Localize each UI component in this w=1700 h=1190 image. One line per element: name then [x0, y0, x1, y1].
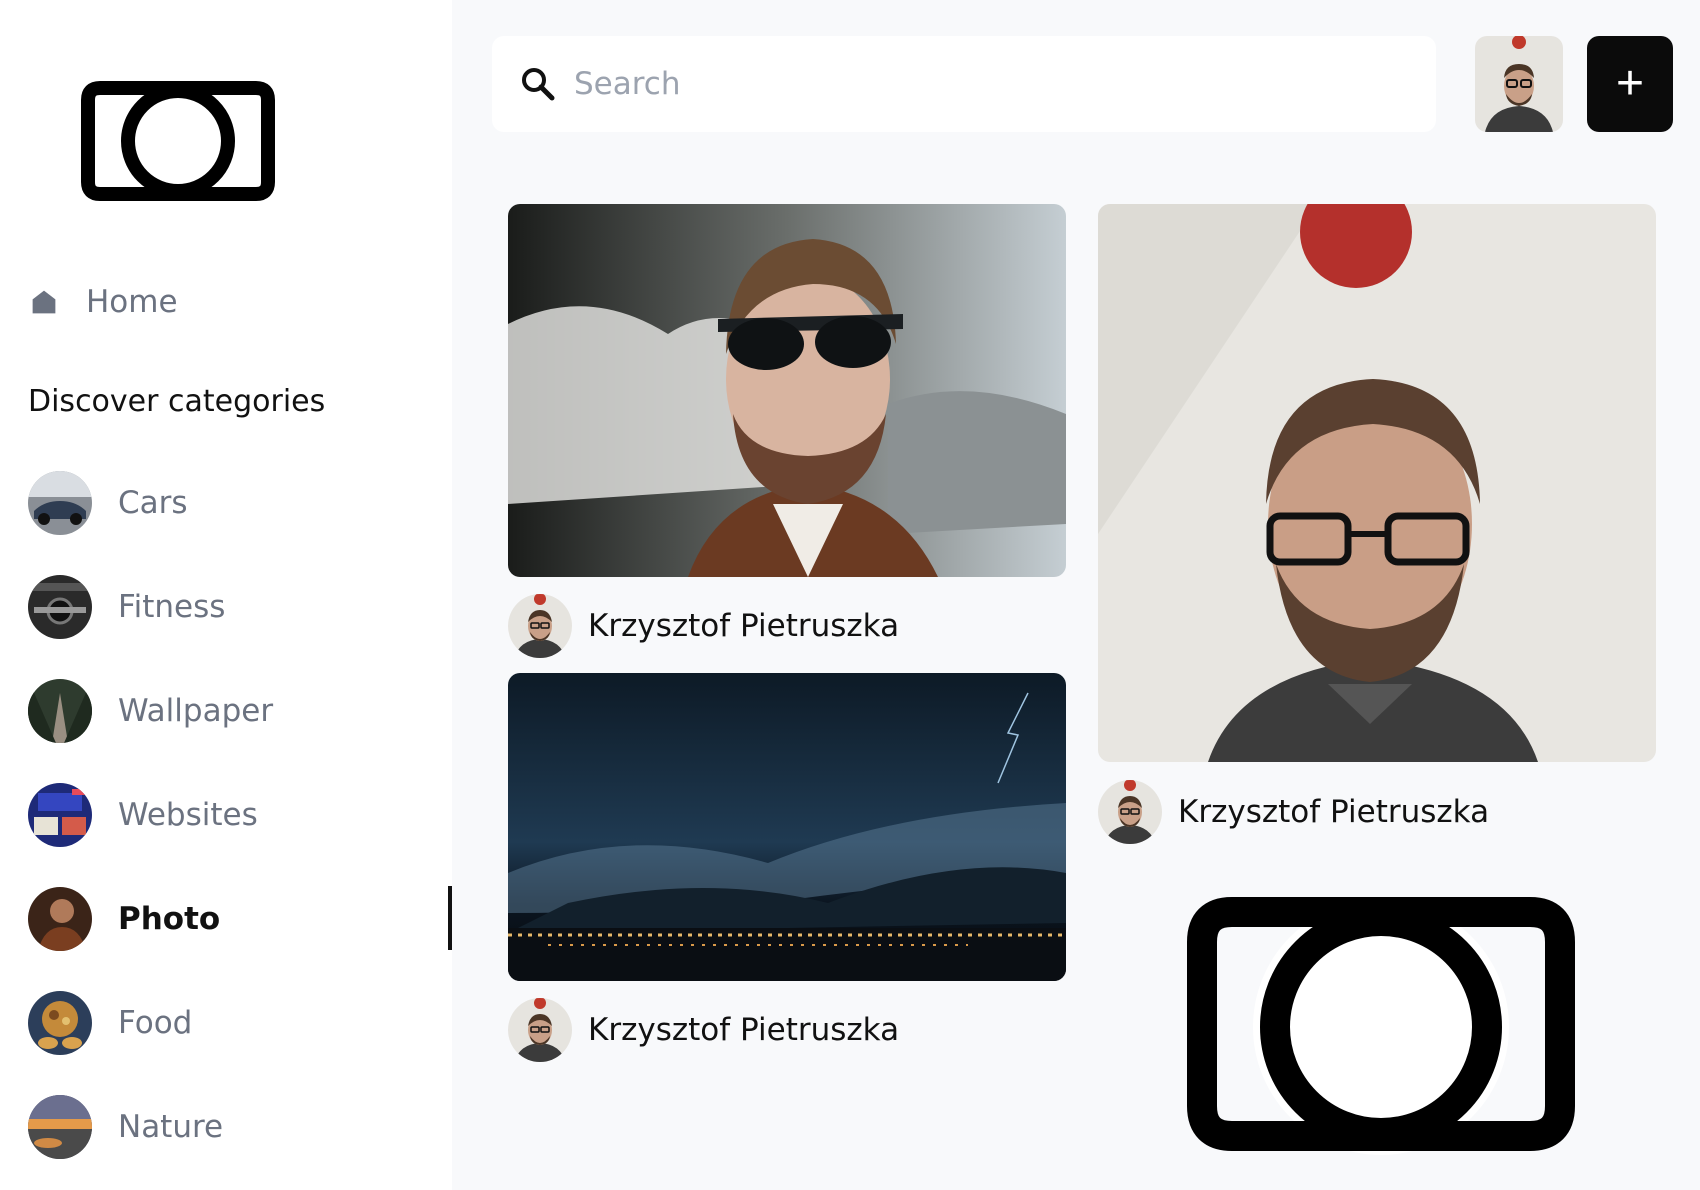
post-image[interactable] — [508, 673, 1066, 981]
category-thumbnail — [28, 575, 92, 639]
plus-icon: + — [1615, 57, 1645, 110]
camera-logo-icon — [1186, 896, 1576, 1158]
category-label: Fitness — [118, 589, 226, 625]
category-label: Wallpaper — [118, 693, 274, 729]
category-thumbnail — [28, 1095, 92, 1159]
discover-categories-heading: Discover categories — [28, 384, 326, 419]
category-label: Food — [118, 1005, 193, 1041]
author-name: Krzysztof Pietruszka — [588, 1012, 900, 1048]
nav-home-label: Home — [86, 284, 178, 320]
post-image[interactable] — [1098, 204, 1656, 762]
profile-avatar-button[interactable] — [1475, 36, 1563, 132]
category-fitness[interactable]: Fitness — [28, 574, 428, 640]
category-wallpaper[interactable]: Wallpaper — [28, 678, 428, 744]
category-cars[interactable]: Cars — [28, 470, 428, 536]
avatar — [508, 594, 572, 658]
nav-home[interactable]: Home — [28, 278, 328, 326]
avatar — [1475, 36, 1563, 132]
active-category-indicator — [448, 886, 452, 950]
search-icon — [522, 68, 555, 101]
category-thumbnail — [28, 471, 92, 535]
post-author[interactable]: Krzysztof Pietruszka — [508, 593, 899, 659]
category-label: Photo — [118, 901, 221, 937]
search-bar[interactable] — [492, 36, 1436, 132]
category-thumbnail — [28, 991, 92, 1055]
category-label: Websites — [118, 797, 258, 833]
category-food[interactable]: Food — [28, 990, 428, 1056]
category-thumbnail — [28, 679, 92, 743]
author-name: Krzysztof Pietruszka — [588, 608, 900, 644]
avatar — [508, 998, 572, 1062]
post-author[interactable]: Krzysztof Pietruszka — [508, 997, 899, 1063]
camera-logo-icon[interactable] — [80, 80, 276, 202]
category-thumbnail — [28, 887, 92, 951]
category-websites[interactable]: Websites — [28, 782, 428, 848]
category-label: Nature — [118, 1109, 224, 1145]
category-photo[interactable]: Photo — [28, 886, 428, 952]
category-label: Cars — [118, 485, 188, 521]
sidebar: Home Discover categories Cars Fitness Wa… — [0, 0, 452, 1190]
add-post-button[interactable]: + — [1587, 36, 1673, 132]
avatar — [1098, 780, 1162, 844]
category-nature[interactable]: Nature — [28, 1094, 428, 1160]
post-author[interactable]: Krzysztof Pietruszka — [1098, 779, 1489, 845]
category-thumbnail — [28, 783, 92, 847]
search-input[interactable] — [574, 66, 1374, 102]
post-image[interactable] — [508, 204, 1066, 577]
home-icon — [28, 286, 60, 318]
author-name: Krzysztof Pietruszka — [1178, 794, 1490, 830]
